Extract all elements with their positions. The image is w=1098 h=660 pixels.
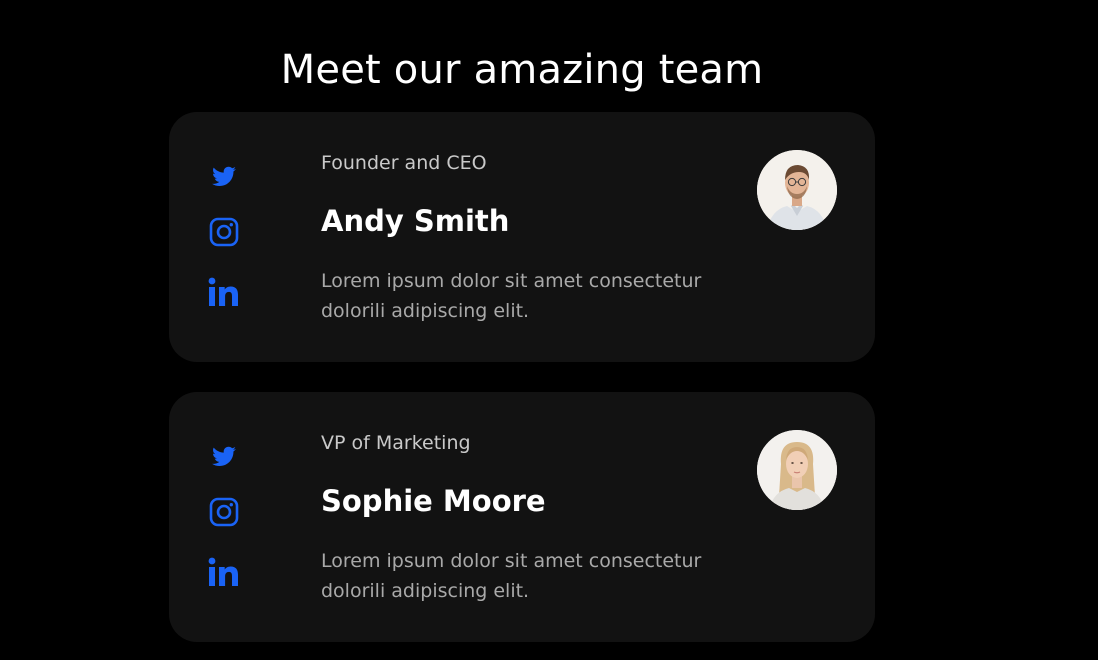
- instagram-link[interactable]: [207, 215, 241, 249]
- avatar: [757, 150, 837, 230]
- member-bio: Lorem ipsum dolor sit amet consectetur d…: [321, 550, 702, 602]
- member-name: Sophie Moore: [321, 484, 546, 518]
- twitter-link[interactable]: [207, 160, 241, 194]
- female-portrait-image: [757, 430, 837, 510]
- page-title: Meet our amazing team: [280, 46, 764, 93]
- member-role: VP of Marketing: [321, 432, 471, 454]
- avatar: [757, 430, 837, 510]
- instagram-icon: [207, 217, 241, 247]
- twitter-icon: [207, 444, 241, 470]
- member-bio: Lorem ipsum dolor sit amet consectetur d…: [321, 270, 702, 322]
- twitter-icon: [207, 164, 241, 190]
- instagram-icon: [207, 497, 241, 527]
- team-member-card: Founder and CEO Andy Smith Lorem ipsum d…: [169, 112, 875, 362]
- linkedin-icon: [207, 557, 241, 587]
- instagram-link[interactable]: [207, 495, 241, 529]
- twitter-link[interactable]: [207, 440, 241, 474]
- member-name: Andy Smith: [321, 204, 510, 238]
- linkedin-icon: [207, 277, 241, 307]
- member-role: Founder and CEO: [321, 152, 487, 174]
- male-portrait-image: [757, 150, 837, 230]
- team-member-card: VP of Marketing Sophie Moore Lorem ipsum…: [169, 392, 875, 642]
- linkedin-link[interactable]: [207, 557, 241, 591]
- linkedin-link[interactable]: [207, 277, 241, 311]
